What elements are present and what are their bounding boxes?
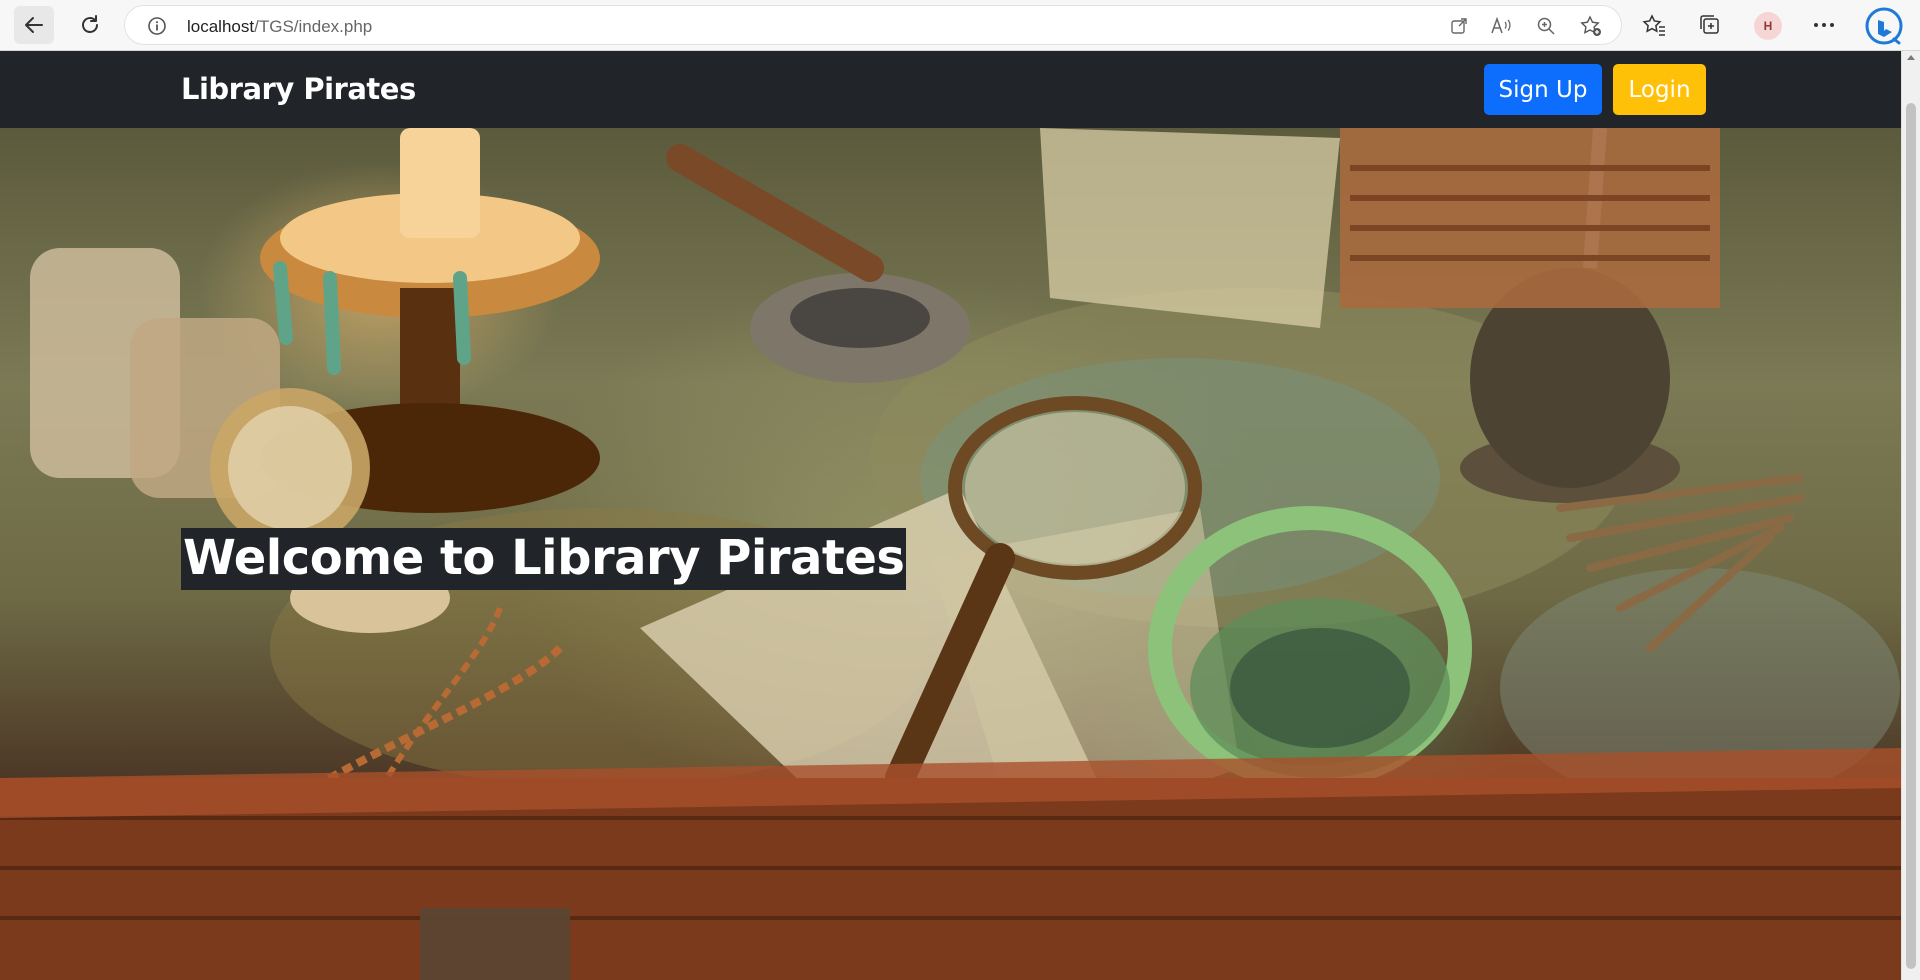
hero-title: Welcome to Library Pirates	[181, 528, 907, 590]
scrollbar-thumb[interactable]	[1906, 103, 1916, 969]
reload-icon	[82, 15, 98, 33]
zoom-icon[interactable]	[1535, 15, 1557, 37]
add-favorite-icon[interactable]	[1580, 15, 1602, 37]
address-bar[interactable]: localhost/TGS/index.php	[124, 5, 1622, 45]
page-scrollbar[interactable]	[1901, 51, 1920, 980]
hero-section: Welcome to Library Pirates	[0, 128, 1901, 980]
more-options-icon[interactable]	[1811, 12, 1837, 38]
info-icon[interactable]	[147, 16, 167, 36]
reload-button[interactable]	[70, 6, 110, 44]
bing-copilot-button[interactable]	[1864, 6, 1904, 46]
favorites-icon[interactable]	[1641, 12, 1667, 38]
url-host: localhost	[187, 17, 255, 36]
site-navbar: Library Pirates Sign Up Login	[0, 51, 1901, 128]
arrow-left-icon	[25, 17, 43, 33]
sign-up-button[interactable]: Sign Up	[1484, 64, 1602, 115]
back-button[interactable]	[14, 6, 54, 44]
brand-logo[interactable]: Library Pirates	[181, 72, 416, 106]
url-text[interactable]: localhost/TGS/index.php	[187, 17, 372, 37]
collections-icon[interactable]	[1697, 12, 1723, 38]
open-in-app-icon[interactable]	[1448, 15, 1470, 37]
url-path: /TGS/index.php	[254, 17, 373, 36]
login-button[interactable]: Login	[1613, 64, 1706, 115]
bing-icon	[1865, 7, 1903, 45]
profile-avatar[interactable]: H	[1754, 12, 1782, 40]
scroll-up-arrow-icon[interactable]	[1907, 55, 1915, 60]
read-aloud-icon[interactable]	[1490, 15, 1512, 37]
browser-toolbar: localhost/TGS/index.php H	[0, 0, 1920, 51]
